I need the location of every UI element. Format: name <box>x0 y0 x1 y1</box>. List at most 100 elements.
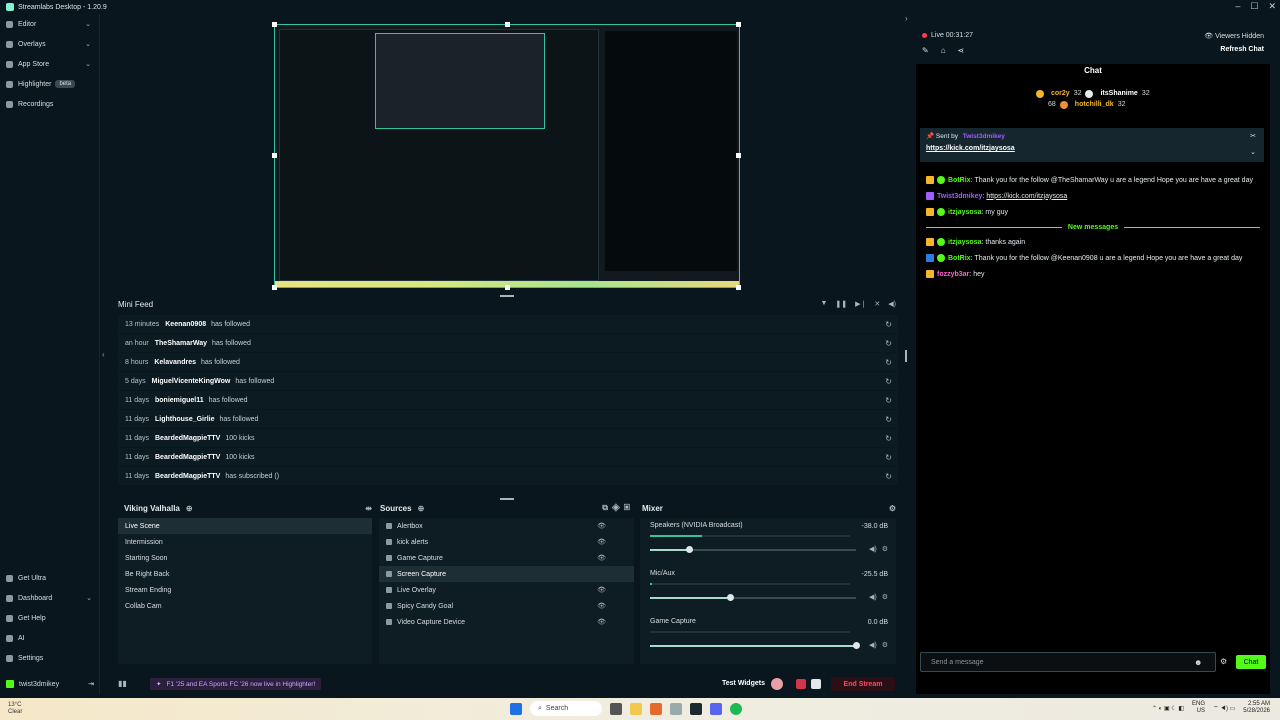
chevron-down-icon[interactable]: ⌄ <box>85 20 91 28</box>
scene-item[interactable]: Collab Cam <box>118 598 372 614</box>
close-icon[interactable]: ✕ <box>1268 1 1276 12</box>
resize-handle[interactable] <box>736 285 741 290</box>
skip-icon[interactable]: ▶❘ <box>855 300 866 308</box>
file-explorer-icon[interactable] <box>630 702 642 715</box>
resize-handle[interactable] <box>736 22 741 27</box>
scene-collection-title[interactable]: Viking Valhalla <box>124 504 180 513</box>
volume-icon[interactable]: ◀) <box>888 300 896 308</box>
taskbar-search[interactable]: ⌕ Search <box>530 701 602 716</box>
end-stream-button[interactable]: End Stream <box>831 677 895 691</box>
resize-handle[interactable] <box>272 285 277 290</box>
scene-item[interactable]: Stream Ending <box>118 582 372 598</box>
pin-icon[interactable]: ⌂ <box>941 46 946 55</box>
chat-settings-icon[interactable]: ⚙ <box>1220 657 1227 666</box>
chat-username[interactable]: Twist3dmikey <box>937 193 982 200</box>
discord-icon[interactable] <box>710 702 722 715</box>
sidebar-item-ai[interactable]: AI <box>0 628 100 648</box>
chat-resize-handle[interactable] <box>905 350 907 362</box>
add-source-icon[interactable]: ⊕ <box>418 504 425 513</box>
mixer-settings-icon[interactable]: ⚙ <box>889 504 896 513</box>
gear-icon[interactable]: ⚙ <box>882 641 888 649</box>
replay-icon[interactable]: ↻ <box>885 358 892 367</box>
replay-icon[interactable]: ↻ <box>885 472 892 481</box>
source-item[interactable]: Video Capture Device 👁 <box>379 614 634 630</box>
go-live-settings-icon[interactable] <box>811 679 821 689</box>
sidebar-item-overlays[interactable]: Overlays ⌄ <box>0 34 99 54</box>
weather-widget[interactable]: 13°C Clear <box>8 702 22 716</box>
sidebar-item-editor[interactable]: Editor ⌄ <box>0 14 99 34</box>
chat-username[interactable]: itzjaysosa <box>948 209 981 216</box>
scene-transitions-icon[interactable]: ⇹ <box>365 504 372 513</box>
replay-icon[interactable]: ↻ <box>885 453 892 462</box>
chat-username[interactable]: itzjaysosa <box>948 239 981 246</box>
visibility-icon[interactable]: 👁 <box>597 522 606 530</box>
minimize-icon[interactable]: – <box>1235 1 1240 12</box>
visibility-icon[interactable]: 👁 <box>597 554 606 562</box>
scene-item[interactable]: Starting Soon <box>118 550 372 566</box>
volume-slider[interactable] <box>650 594 856 601</box>
highlighter-banner[interactable]: ✦ F1 '25 and EA Sports FC '26 now live i… <box>150 678 322 690</box>
language-indicator[interactable]: ENG US <box>1192 701 1205 715</box>
chat-send-button[interactable]: Chat <box>1236 655 1266 669</box>
resize-handle[interactable] <box>736 153 741 158</box>
drag-handle[interactable] <box>500 498 514 500</box>
expand-chevron-icon[interactable]: ⌄ <box>1250 148 1256 156</box>
tray-icons[interactable]: ⌃ ◐ ▣ ☾ ◧ <box>1152 705 1184 712</box>
source-item[interactable]: Game Capture 👁 <box>379 550 634 566</box>
spotify-icon[interactable] <box>730 702 742 715</box>
unpin-icon[interactable]: ✂ <box>1250 132 1256 140</box>
browser-icon[interactable] <box>650 702 662 715</box>
volume-slider[interactable] <box>650 546 856 553</box>
logout-icon[interactable]: ⇥ <box>88 680 94 688</box>
sidebar-item-app-store[interactable]: App Store ⌄ <box>0 54 99 74</box>
replay-icon[interactable]: ↻ <box>885 415 892 424</box>
visibility-icon[interactable]: 👁 <box>597 602 606 610</box>
chevron-down-icon[interactable]: ⌄ <box>85 60 91 68</box>
visibility-icon[interactable]: 👁 <box>597 586 606 594</box>
volume-knob[interactable] <box>853 642 860 649</box>
viewers-toggle[interactable]: 👁 Viewers Hidden <box>1204 32 1264 40</box>
gear-icon[interactable]: ⚙ <box>882 545 888 553</box>
windows-start-icon[interactable] <box>510 702 522 715</box>
chevron-down-icon[interactable]: ⌄ <box>85 40 91 48</box>
refresh-chat-button[interactable]: Refresh Chat <box>1220 46 1264 53</box>
source-item[interactable]: Spicy Candy Goal 👁 <box>379 598 634 614</box>
pause-icon[interactable]: ❚❚ <box>835 300 847 308</box>
speaker-icon[interactable]: ◀) <box>869 641 877 649</box>
edit-icon[interactable]: ✎ <box>922 46 929 55</box>
gear-icon[interactable]: ⚙ <box>882 593 888 601</box>
resize-handle[interactable] <box>505 285 510 290</box>
volume-knob[interactable] <box>727 594 735 601</box>
collapse-left-icon[interactable]: ‹ <box>102 350 105 359</box>
pinned-link[interactable]: https://kick.com/itzjaysosa <box>926 145 1258 152</box>
volume-slider[interactable] <box>650 642 860 649</box>
source-item[interactable]: Live Overlay 👁 <box>379 582 634 598</box>
scene-item[interactable]: Intermission <box>118 534 372 550</box>
scene-item[interactable]: Be Right Back <box>118 566 372 582</box>
sidebar-item-get-ultra[interactable]: Get Ultra <box>0 568 100 588</box>
chat-collapse-icon[interactable]: › <box>905 14 908 23</box>
taskbar-clock[interactable]: 2:55 AM 5/28/2026 <box>1243 701 1270 715</box>
filter-icon[interactable]: ▼ <box>820 300 827 308</box>
visibility-icon[interactable]: 👁 <box>597 538 606 546</box>
replay-buffer-icon[interactable] <box>796 679 806 689</box>
sidebar-item-highlighter[interactable]: Highlighter beta <box>0 74 99 94</box>
replay-icon[interactable]: ↻ <box>885 339 892 348</box>
scene-item[interactable]: Live Scene <box>118 518 372 534</box>
mute-icon[interactable]: ✕ <box>874 300 880 308</box>
volume-knob[interactable] <box>686 546 694 553</box>
speaker-icon[interactable]: ◀) <box>869 545 877 553</box>
replay-icon[interactable]: ↻ <box>885 434 892 443</box>
resize-handle[interactable] <box>272 153 277 158</box>
user-account[interactable]: twist3dmikey ⇥ <box>0 674 100 694</box>
chat-message-input[interactable]: Send a message <box>920 652 1216 672</box>
test-widgets-button[interactable]: Test Widgets <box>722 680 765 687</box>
chat-username[interactable]: BotRix <box>948 177 971 184</box>
source-item[interactable]: Screen Capture <box>379 566 634 582</box>
stats-icon[interactable]: ▮▮ <box>118 679 127 688</box>
emoji-icon[interactable]: ☻ <box>1194 658 1202 667</box>
source-item[interactable]: Alertbox 👁 <box>379 518 634 534</box>
app-icon[interactable] <box>670 702 682 715</box>
add-scene-icon[interactable]: ⊕ <box>186 504 193 513</box>
sidebar-item-recordings[interactable]: Recordings <box>0 94 99 114</box>
